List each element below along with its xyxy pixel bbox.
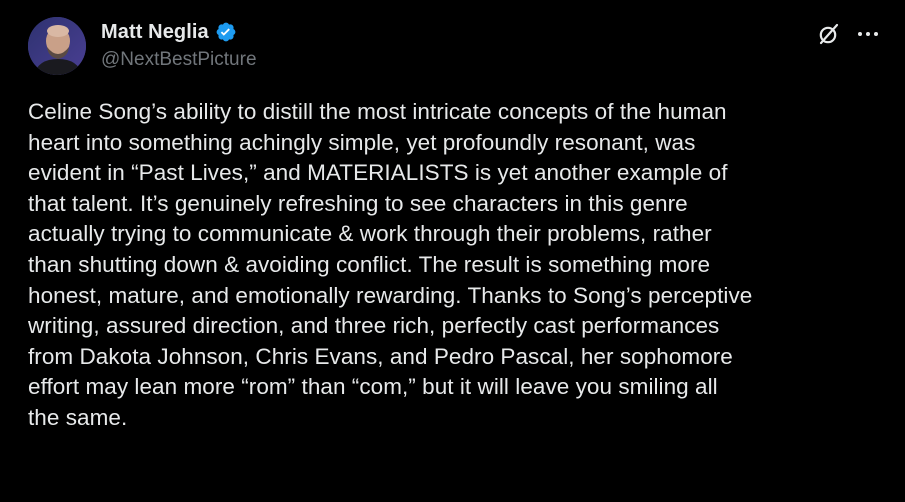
more-options-icon[interactable] xyxy=(855,24,881,44)
post-actions xyxy=(817,22,881,46)
author-handle[interactable]: @NextBestPicture xyxy=(101,49,257,71)
post-header: Matt Neglia @NextBestPicture xyxy=(28,16,881,78)
post-card: Matt Neglia @NextBestPicture Celine Song… xyxy=(0,0,905,502)
author-identity[interactable]: Matt Neglia @NextBestPicture xyxy=(101,18,257,71)
grok-icon[interactable] xyxy=(817,22,841,46)
post-text: Celine Song’s ability to distill the mos… xyxy=(28,99,753,430)
verified-badge-icon xyxy=(215,21,237,43)
avatar-image xyxy=(28,17,86,75)
author-display-name[interactable]: Matt Neglia xyxy=(101,21,209,44)
avatar[interactable] xyxy=(28,17,86,75)
